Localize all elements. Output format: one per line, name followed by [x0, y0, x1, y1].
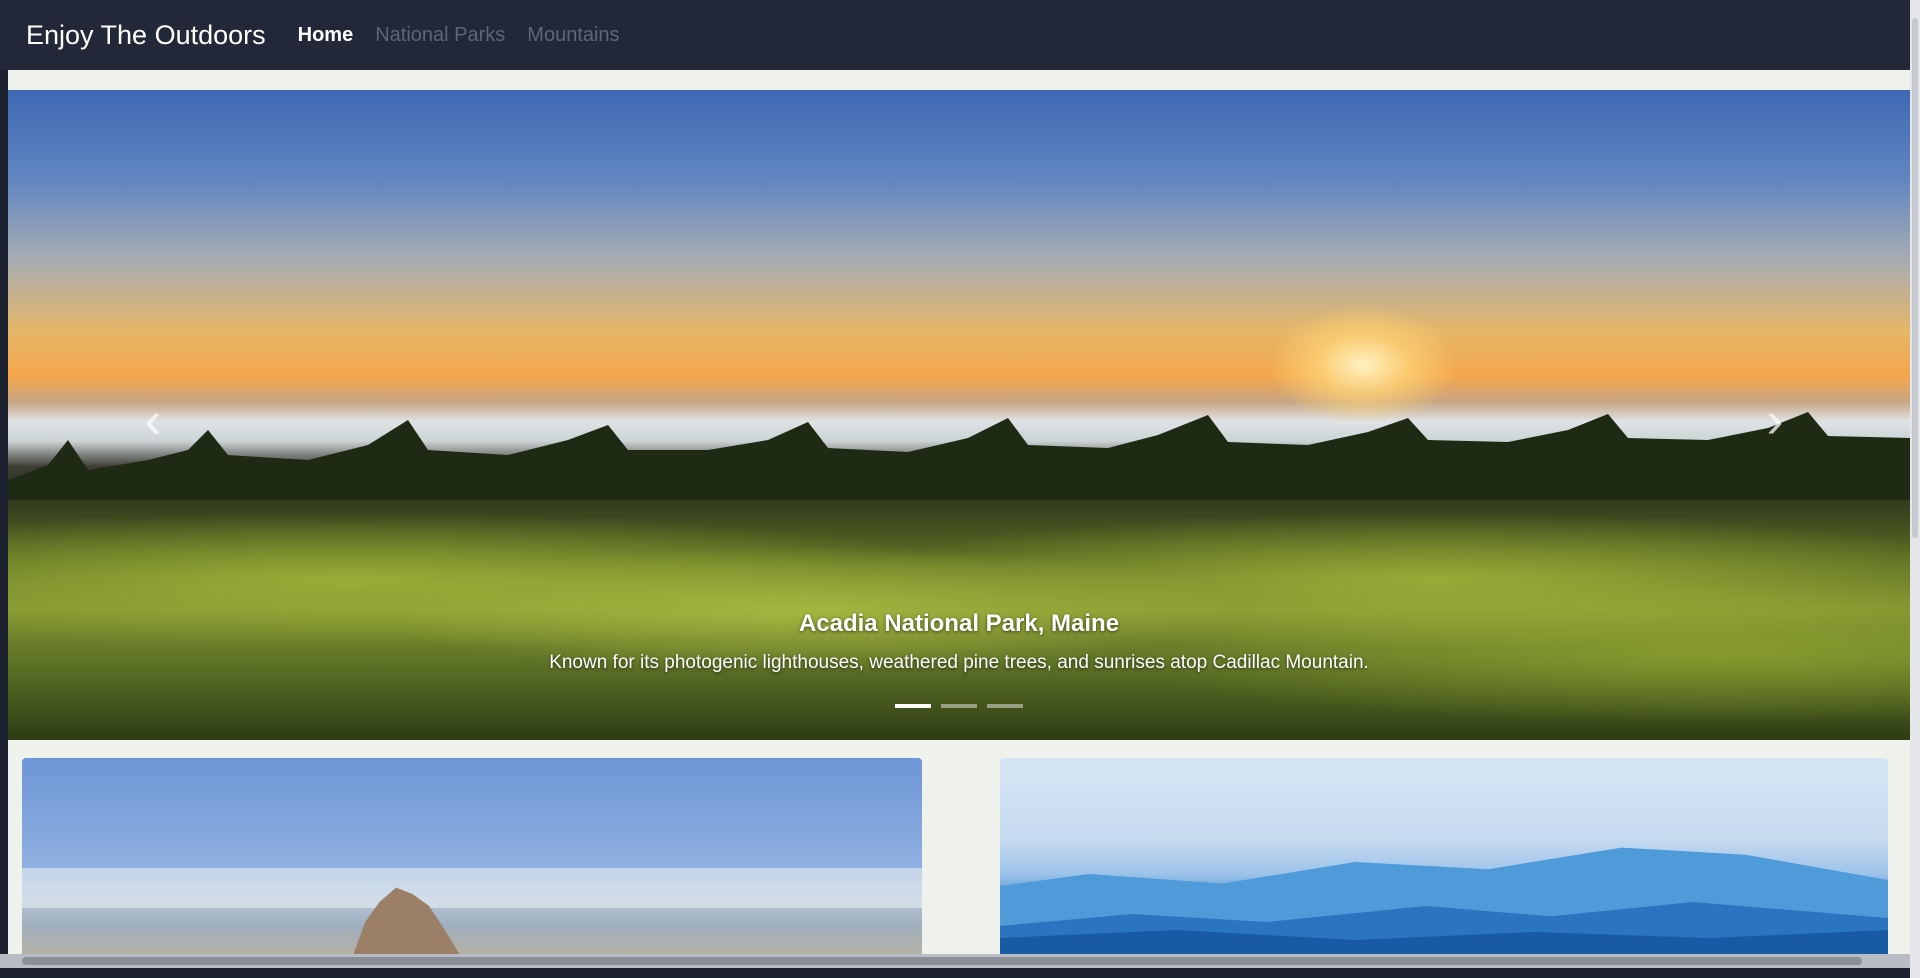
chevron-left-icon: ‹: [144, 392, 162, 448]
card-rock-formation[interactable]: [22, 758, 922, 958]
nav-link-home[interactable]: Home: [298, 24, 354, 47]
carousel-indicator-3[interactable]: [987, 704, 1023, 708]
nav-link-mountains[interactable]: Mountains: [527, 24, 619, 47]
browser-viewport: Enjoy The Outdoors Home National Parks M…: [0, 0, 1920, 978]
carousel-indicator-2[interactable]: [941, 704, 977, 708]
horizontal-scrollbar-thumb[interactable]: [22, 957, 1862, 965]
page-content: Acadia National Park, Maine Known for it…: [8, 70, 1910, 965]
horizontal-scrollbar: [0, 954, 1910, 968]
carousel-prev-button[interactable]: ‹: [118, 390, 188, 450]
navbar: Enjoy The Outdoors Home National Parks M…: [0, 0, 1910, 70]
vertical-scrollbar: [1910, 0, 1920, 978]
card-blue-mountains[interactable]: [1000, 758, 1888, 958]
carousel-indicators: [8, 704, 1910, 708]
carousel-next-button[interactable]: ›: [1740, 390, 1810, 450]
caption-text: Known for its photogenic lighthouses, we…: [549, 652, 1369, 673]
carousel-slide-image: Acadia National Park, Maine Known for it…: [8, 90, 1910, 740]
chevron-right-icon: ›: [1766, 392, 1784, 448]
nav-link-national-parks[interactable]: National Parks: [375, 24, 505, 47]
foliage-foreground: [8, 450, 1910, 740]
carousel-caption: Acadia National Park, Maine Known for it…: [8, 610, 1910, 674]
mist-layer: [22, 868, 922, 908]
sun-glow: [1268, 305, 1458, 425]
carousel-indicator-1[interactable]: [895, 704, 931, 708]
hero-carousel: Acadia National Park, Maine Known for it…: [8, 90, 1910, 740]
vertical-scrollbar-thumb[interactable]: [1912, 18, 1918, 538]
caption-title: Acadia National Park, Maine: [798, 610, 1120, 637]
brand-link[interactable]: Enjoy The Outdoors: [26, 20, 266, 51]
